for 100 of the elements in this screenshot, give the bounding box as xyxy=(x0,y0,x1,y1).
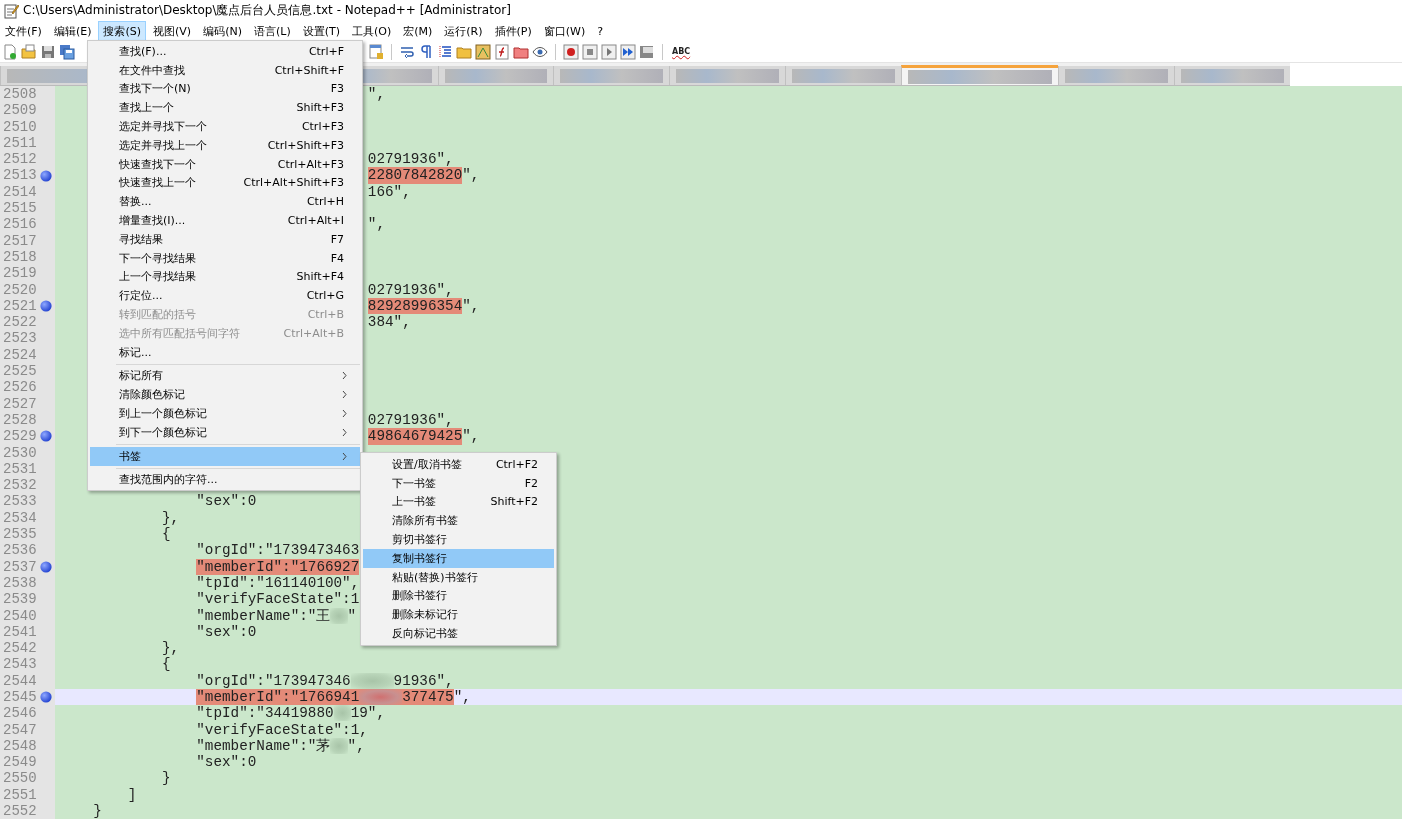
line-number: 2546 xyxy=(2,705,38,722)
code-text: "sex":0 xyxy=(196,623,257,641)
menu-item[interactable]: 视图(V) xyxy=(148,20,197,42)
line-number: 2517 xyxy=(2,232,38,249)
line-number: 2525 xyxy=(2,363,38,380)
menu-item[interactable]: 替换... Ctrl+H xyxy=(90,192,360,212)
code-text: "memberName":"王 xyxy=(196,607,331,624)
menu-item[interactable]: 剪切书签行 xyxy=(363,530,554,549)
menu-item[interactable]: 到上一个颜色标记 xyxy=(90,404,360,423)
code-text: "orgId":"1739473463 xyxy=(196,542,360,559)
menu-item[interactable]: 删除未标记行 xyxy=(363,605,554,625)
menu-item[interactable]: 查找下一个(N) F3 xyxy=(90,79,360,99)
line-number: 2516 xyxy=(2,216,38,233)
menu-item[interactable]: ? xyxy=(592,21,609,41)
code-text: 166", xyxy=(367,183,411,201)
line-number: 2518 xyxy=(2,248,38,266)
menu-item[interactable]: 设置/取消书签 Ctrl+F2 xyxy=(363,455,554,474)
highlighted-text: 377475 xyxy=(402,689,454,706)
code-text: 02791936", xyxy=(367,411,454,429)
line-number: 2540 xyxy=(2,607,38,624)
menu-item[interactable]: 反向标记书签 xyxy=(363,624,554,643)
line-number: 2527 xyxy=(2,395,38,412)
line-number: 2550 xyxy=(2,770,38,787)
code-text: 91936", xyxy=(393,672,454,689)
menu-item[interactable]: 查找上一个 Shift+F3 xyxy=(90,98,360,118)
code-text: "sex":0 xyxy=(196,754,257,771)
menu-item[interactable]: 快速查找上一个 Ctrl+Alt+Shift+F3 xyxy=(90,173,360,193)
highlighted-text: 49864679425 xyxy=(367,428,463,445)
code-text: "orgId":"173947346 xyxy=(196,672,351,689)
menu-item[interactable]: 到下一个颜色标记 xyxy=(90,422,360,442)
menu-item[interactable]: 语言(L) xyxy=(248,20,296,42)
menu-item[interactable]: 运行(R) xyxy=(439,20,488,42)
menu-item[interactable]: 清除颜色标记 xyxy=(90,385,360,405)
menu-item[interactable]: 选定并寻找下一个 Ctrl+F3 xyxy=(90,117,360,136)
highlighted-text: "memberId":"1766927 xyxy=(196,558,360,575)
line-number: 2542 xyxy=(2,640,38,657)
line-number: 2534 xyxy=(2,509,38,526)
code-text: ", xyxy=(462,297,480,315)
line-number: 2508 xyxy=(2,86,38,103)
code-text: "tpId":"161140100", xyxy=(196,574,360,592)
menu-item[interactable]: 编辑(E) xyxy=(48,20,97,42)
line-number: 2532 xyxy=(2,477,38,494)
line-number: 2530 xyxy=(2,444,38,461)
menu-item[interactable]: 粘贴(替换)书签行 xyxy=(363,567,554,587)
code-text: }, xyxy=(161,509,180,526)
menu-item[interactable]: 上一个寻找结果 Shift+F4 xyxy=(90,267,360,287)
code-text: { xyxy=(161,526,171,543)
line-number: 2524 xyxy=(2,346,38,364)
line-number: 2528 xyxy=(2,411,38,429)
code-text: 02791936", xyxy=(367,151,454,168)
line-number: 2520 xyxy=(2,281,38,298)
menu-item[interactable]: 上一书签 Shift+F2 xyxy=(363,492,554,512)
code-text: "verifyFaceState":1, xyxy=(196,721,368,738)
line-number: 2551 xyxy=(2,786,38,804)
menu-item[interactable]: 复制书签行 xyxy=(363,549,554,568)
menu-item[interactable]: 增量查找(I)... Ctrl+Alt+I xyxy=(90,211,360,230)
line-number: 2523 xyxy=(2,330,38,347)
code-text: ", xyxy=(367,216,386,233)
code-text: "tpId":"34419880 xyxy=(196,705,334,722)
line-number: 2512 xyxy=(2,151,38,168)
menu-item[interactable]: 标记... xyxy=(90,342,360,362)
menu-item[interactable]: 工具(O) xyxy=(347,20,397,42)
line-number: 2539 xyxy=(2,591,38,608)
menu-item[interactable]: 编码(N) xyxy=(198,20,247,42)
line-number: 2522 xyxy=(2,314,38,331)
menu-item[interactable]: 搜索(S) xyxy=(98,20,147,42)
menu-item[interactable]: 清除所有书签 xyxy=(363,511,554,531)
line-number: 2548 xyxy=(2,737,38,755)
code-text: "verifyFaceState":1 xyxy=(196,591,360,608)
menu-item[interactable]: 快速查找下一个 Ctrl+Alt+F3 xyxy=(90,154,360,174)
spellcheck-button[interactable]: ABC xyxy=(670,46,693,57)
line-number: 2547 xyxy=(2,721,38,738)
menu-item[interactable]: 查找范围内的字符... xyxy=(90,470,360,490)
code-text: ", xyxy=(462,167,480,184)
menu-item[interactable]: 插件(P) xyxy=(489,20,537,42)
menu-item[interactable]: 标记所有 xyxy=(90,366,360,386)
line-number: 2515 xyxy=(2,200,38,217)
line-number: 2537 xyxy=(2,558,38,575)
menu-item[interactable]: 下一书签 F2 xyxy=(363,473,554,493)
menu-item[interactable]: 宏(M) xyxy=(398,20,438,42)
menu-item[interactable]: 查找(F)... Ctrl+F xyxy=(90,42,360,61)
menu-item[interactable]: 在文件中查找 Ctrl+Shift+F xyxy=(90,60,360,80)
line-number: 2549 xyxy=(2,754,38,771)
code-text: } xyxy=(93,803,102,820)
menu-item[interactable]: 窗口(W) xyxy=(538,20,591,42)
menu-item[interactable]: 下一个寻找结果 F4 xyxy=(90,248,360,268)
line-number: 2533 xyxy=(2,493,38,510)
menu-item[interactable]: 删除书签行 xyxy=(363,586,554,606)
line-number: 2521 xyxy=(2,297,38,315)
menu-item[interactable]: 设置(T) xyxy=(297,20,345,42)
code-text: 384", xyxy=(367,314,411,331)
menu-item[interactable]: 选定并寻找上一个 Ctrl+Shift+F3 xyxy=(90,136,360,155)
line-number: 2544 xyxy=(2,672,38,689)
menu-item[interactable]: 寻找结果 F7 xyxy=(90,229,360,249)
menu-item[interactable]: 文件(F) xyxy=(0,20,47,42)
code-text: 19", xyxy=(350,705,386,722)
menu-item[interactable]: 行定位... Ctrl+G xyxy=(90,286,360,306)
line-number: 2529 xyxy=(2,428,38,445)
code-text: ", xyxy=(462,428,480,445)
menu-item[interactable]: 书签 xyxy=(90,446,360,466)
